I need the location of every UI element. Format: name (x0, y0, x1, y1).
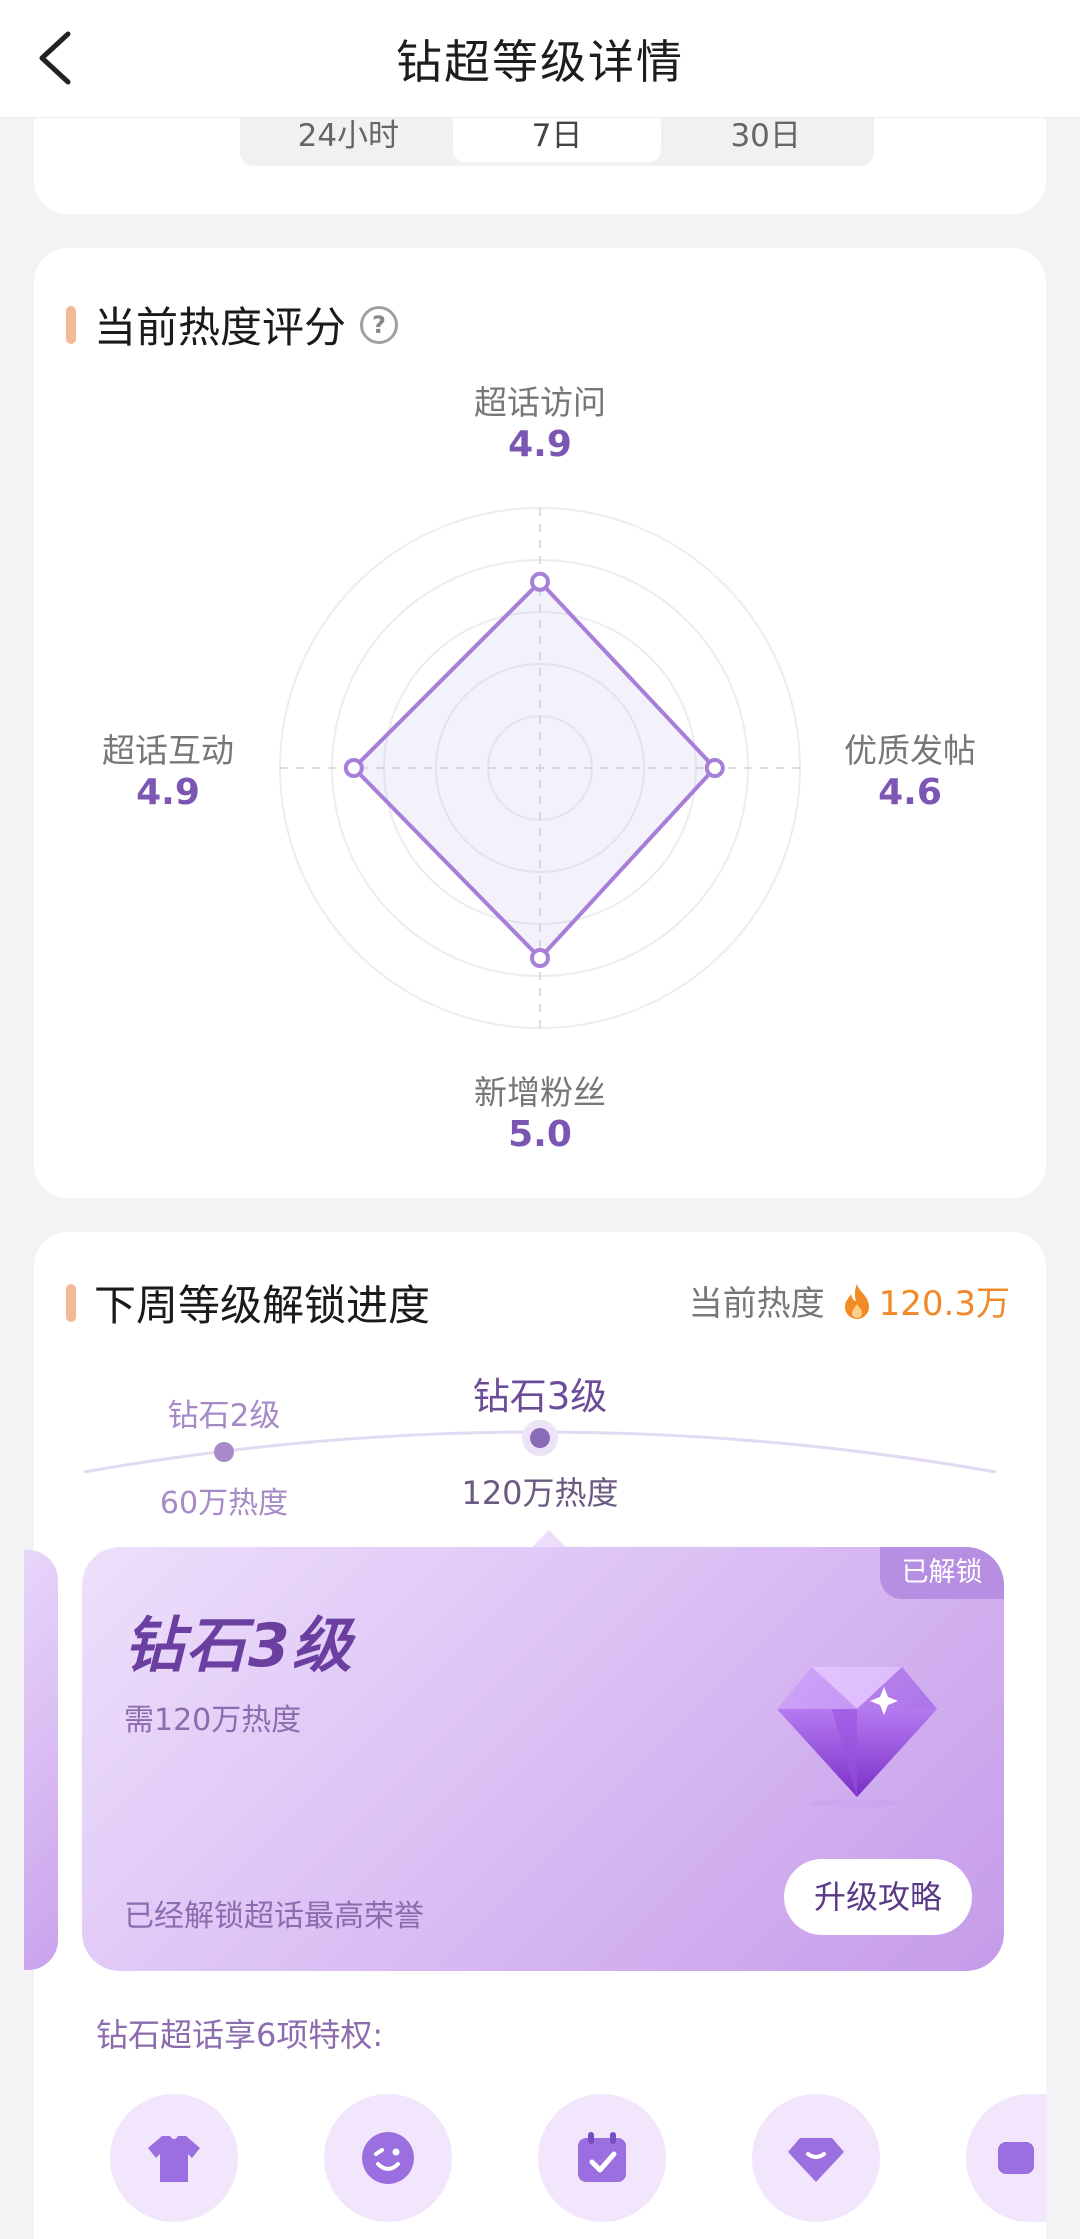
progress-title-row: 下周等级解锁进度 (66, 1272, 430, 1333)
level-heat-diamond-2: 60万热度 (159, 1486, 289, 1521)
current-heat-value: 120.3万 (878, 1284, 1010, 1324)
flame-icon (844, 1283, 869, 1319)
level-node-diamond-2[interactable] (214, 1442, 234, 1462)
level-card-pointer (531, 1530, 567, 1548)
privilege-item-4[interactable] (752, 2094, 880, 2222)
level-name-diamond-2[interactable]: 钻石2级 (104, 1390, 344, 1435)
axis-value-visits: 4.9 (508, 424, 572, 465)
previous-level-card[interactable] (24, 1550, 58, 1970)
privilege-item-2[interactable] (324, 2094, 452, 2222)
heat-score-card: 当前热度评分 ? 超话访问 4.9 优质发帖 4.6 新增粉丝 5.0 超话互动… (34, 248, 1046, 1198)
radar-point-4 (343, 758, 364, 778)
axis-value-posts: 4.6 (878, 772, 942, 813)
header-bar: 钻超等级详情 (0, 0, 1080, 118)
level-name-diamond-3[interactable]: 钻石3级 (420, 1366, 660, 1420)
level-card-description: 已经解锁超话最高荣誉 (124, 1899, 424, 1934)
upgrade-guide-button[interactable]: 升级攻略 (784, 1859, 972, 1935)
diamond-gem-icon (777, 1667, 937, 1807)
level-node-diamond-3[interactable] (530, 1428, 550, 1448)
progress-title: 下周等级解锁进度 (94, 1281, 431, 1330)
radar-polygon (351, 579, 717, 960)
diamond-icon (788, 2138, 844, 2182)
axis-value-fans: 5.0 (508, 1114, 572, 1155)
title-accent-bar (66, 1283, 76, 1322)
axis-value-interaction: 4.9 (136, 772, 200, 813)
privilege-item-1[interactable] (110, 2094, 238, 2222)
calendar-icon (578, 2132, 626, 2182)
privileges-title: 钻石超话享6项特权: (96, 2016, 384, 2054)
radar-point-2 (704, 758, 725, 778)
level-card-requirement: 需120万热度 (124, 1703, 302, 1738)
radar-point-1 (530, 571, 550, 592)
axis-label-fans: 新增粉丝 (474, 1073, 606, 1112)
privilege-item-3[interactable] (538, 2094, 666, 2222)
axis-label-interaction: 超话互动 (102, 731, 234, 770)
privilege-item-5-partial[interactable] (966, 2094, 1046, 2222)
partial-icon (998, 2142, 1034, 2174)
unlocked-badge: 已解锁 (880, 1547, 1004, 1599)
current-heat: 当前热度 120.3万 (689, 1276, 1010, 1325)
current-heat-label: 当前热度 (688, 1284, 825, 1324)
level-heat-diamond-3: 120万热度 (461, 1474, 619, 1512)
unlock-progress-card: 下周等级解锁进度 当前热度 120.3万 钻石2级 60万热度 钻石3级 120… (24, 1232, 1046, 2239)
axis-label-posts: 优质发帖 (844, 731, 976, 770)
level-card-title: 钻石3级 (124, 1611, 354, 1681)
axis-label-visits: 超话访问 (474, 383, 606, 422)
tshirt-icon (148, 2136, 200, 2182)
radar-point-3 (530, 948, 550, 968)
page-title: 钻超等级详情 (396, 35, 684, 89)
emoji-icon (362, 2132, 414, 2184)
level-card-diamond-3[interactable]: 已解锁 钻石3级 需120万热度 已经解锁超话最高荣誉 升级攻略 (82, 1547, 1004, 1971)
